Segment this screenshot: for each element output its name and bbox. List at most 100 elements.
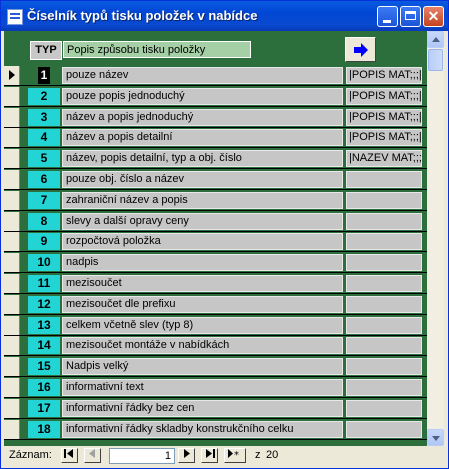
print-code-field[interactable] [346,212,422,230]
print-code-field[interactable] [346,379,422,396]
maximize-button[interactable] [400,6,421,27]
title-bar[interactable]: Číselník typů tisku položek v nabídce ✕ [1,1,448,31]
type-number-field[interactable]: 14 [28,337,60,355]
minimize-button[interactable] [377,6,398,27]
record-selector[interactable] [4,66,20,85]
print-code-field[interactable] [346,399,422,417]
record-selector[interactable] [4,336,20,356]
table-row[interactable]: 6 pouze obj. číslo a název [4,170,427,190]
table-row[interactable]: 2 pouze popis jednoduchý |POPIS MAT;;;| [4,86,427,107]
type-number-field[interactable]: 8 [28,212,60,230]
type-description-field[interactable]: nadpis [62,254,343,272]
table-row[interactable]: 8 slevy a další opravy ceny [4,211,427,232]
table-row[interactable]: 17 informativní řádky bez cen [4,398,427,419]
table-row[interactable]: 13 celkem včetně slev (typ 8) [4,315,427,336]
type-number-field[interactable]: 7 [28,191,60,209]
type-description-field[interactable]: celkem včetně slev (typ 8) [62,316,343,334]
record-selector[interactable] [4,211,20,231]
new-record-button[interactable]: * [224,448,246,463]
type-description-field[interactable]: pouze popis jednoduchý [62,87,343,105]
type-description-field[interactable]: název a popis detailní [62,129,343,147]
print-code-field[interactable] [346,275,422,292]
print-code-field[interactable] [346,337,422,355]
type-description-field[interactable]: pouze název [62,67,343,84]
print-code-field[interactable]: |POPIS MAT;;;| [346,87,422,105]
close-button[interactable]: ✕ [423,6,444,27]
table-row[interactable]: 15 Nadpis velký [4,357,427,378]
print-code-field[interactable]: |POPIS MAT;;;| [346,129,422,147]
first-record-button[interactable] [61,448,78,463]
type-number-field[interactable]: 16 [28,379,60,396]
type-number-field[interactable]: 10 [28,254,60,272]
type-description-field[interactable]: slevy a další opravy ceny [62,212,343,230]
type-number-field[interactable]: 9 [28,233,60,251]
record-selector[interactable] [4,128,20,148]
print-code-field[interactable] [346,254,422,272]
table-row[interactable]: 9 rozpočtová položka [4,232,427,253]
print-code-field[interactable]: |NAZEV MAT;;;| [346,150,422,168]
table-row[interactable]: 4 název a popis detailní |POPIS MAT;;;| [4,128,427,149]
print-code-field[interactable] [346,420,422,438]
next-record-button[interactable] [178,448,195,463]
record-selector[interactable] [4,294,20,314]
record-selector[interactable] [4,190,20,210]
type-description-field[interactable]: mezisoučet montáže v nabídkách [62,337,343,355]
type-description-field[interactable]: zahraniční název a popis [62,191,343,209]
type-number-field[interactable]: 17 [28,399,60,417]
type-number-field[interactable]: 6 [28,171,60,188]
scroll-thumb[interactable] [428,49,443,71]
type-number-field[interactable]: 18 [28,420,60,438]
form-icon[interactable] [7,9,23,25]
table-row[interactable]: 12 mezisoučet dle prefixu [4,294,427,315]
scroll-up-button[interactable] [427,31,444,48]
type-number-field[interactable]: 12 [28,295,60,313]
type-number-field[interactable]: 3 [28,108,60,126]
print-code-field[interactable]: |POPIS MAT;;;| [346,108,422,126]
table-row[interactable]: 11 mezisoučet [4,274,427,294]
print-code-field[interactable]: |POPIS MAT;;;| [346,67,422,84]
table-row[interactable]: 3 název a popis jednoduchý |POPIS MAT;;;| [4,107,427,128]
table-row[interactable]: 7 zahraniční název a popis [4,190,427,211]
type-description-field[interactable]: název, popis detailní, typ a obj. číslo [62,150,343,168]
type-description-field[interactable]: název a popis jednoduchý [62,108,343,126]
record-selector[interactable] [4,232,20,252]
record-selector[interactable] [4,253,20,273]
type-number-field[interactable]: 15 [28,358,60,376]
type-description-field[interactable]: pouze obj. číslo a název [62,171,343,188]
type-description-field[interactable]: mezisoučet [62,275,343,292]
last-record-button[interactable] [201,448,218,463]
arrow-button[interactable] [345,37,376,62]
record-selector[interactable] [4,149,20,169]
record-selector[interactable] [4,419,20,439]
type-number-field[interactable]: 2 [28,87,60,105]
type-description-field[interactable]: mezisoučet dle prefixu [62,295,343,313]
type-number-field[interactable]: 4 [28,129,60,147]
record-selector[interactable] [4,357,20,377]
record-selector[interactable] [4,315,20,335]
table-row[interactable]: 14 mezisoučet montáže v nabídkách [4,336,427,357]
table-row[interactable]: 18 informativní řádky skladby konstrukční… [4,419,427,440]
table-row[interactable]: 16 informativní text [4,378,427,398]
print-code-field[interactable] [346,191,422,209]
type-description-field[interactable]: informativní řádky skladby konstrukčního… [62,420,343,438]
print-code-field[interactable] [346,233,422,251]
print-code-field[interactable] [346,358,422,376]
vertical-scrollbar[interactable] [427,31,444,446]
scroll-down-button[interactable] [427,429,444,446]
previous-record-button[interactable] [84,448,101,463]
type-description-field[interactable]: informativní řádky bez cen [62,399,343,417]
type-description-field[interactable]: rozpočtová položka [62,233,343,251]
type-description-field[interactable]: Nadpis velký [62,358,343,376]
type-number-field[interactable]: 5 [28,150,60,168]
record-selector[interactable] [4,274,20,293]
record-selector[interactable] [4,398,20,418]
record-selector[interactable] [4,107,20,127]
print-code-field[interactable] [346,171,422,188]
print-code-field[interactable] [346,316,422,334]
print-code-field[interactable] [346,295,422,313]
current-record-input[interactable]: 1 [109,448,175,464]
type-number-field[interactable]: 11 [28,275,60,292]
type-number-field[interactable]: 1 [38,67,50,84]
table-row[interactable]: 1 pouze název |POPIS MAT;;;| [4,66,427,86]
type-number-field[interactable]: 13 [28,316,60,334]
